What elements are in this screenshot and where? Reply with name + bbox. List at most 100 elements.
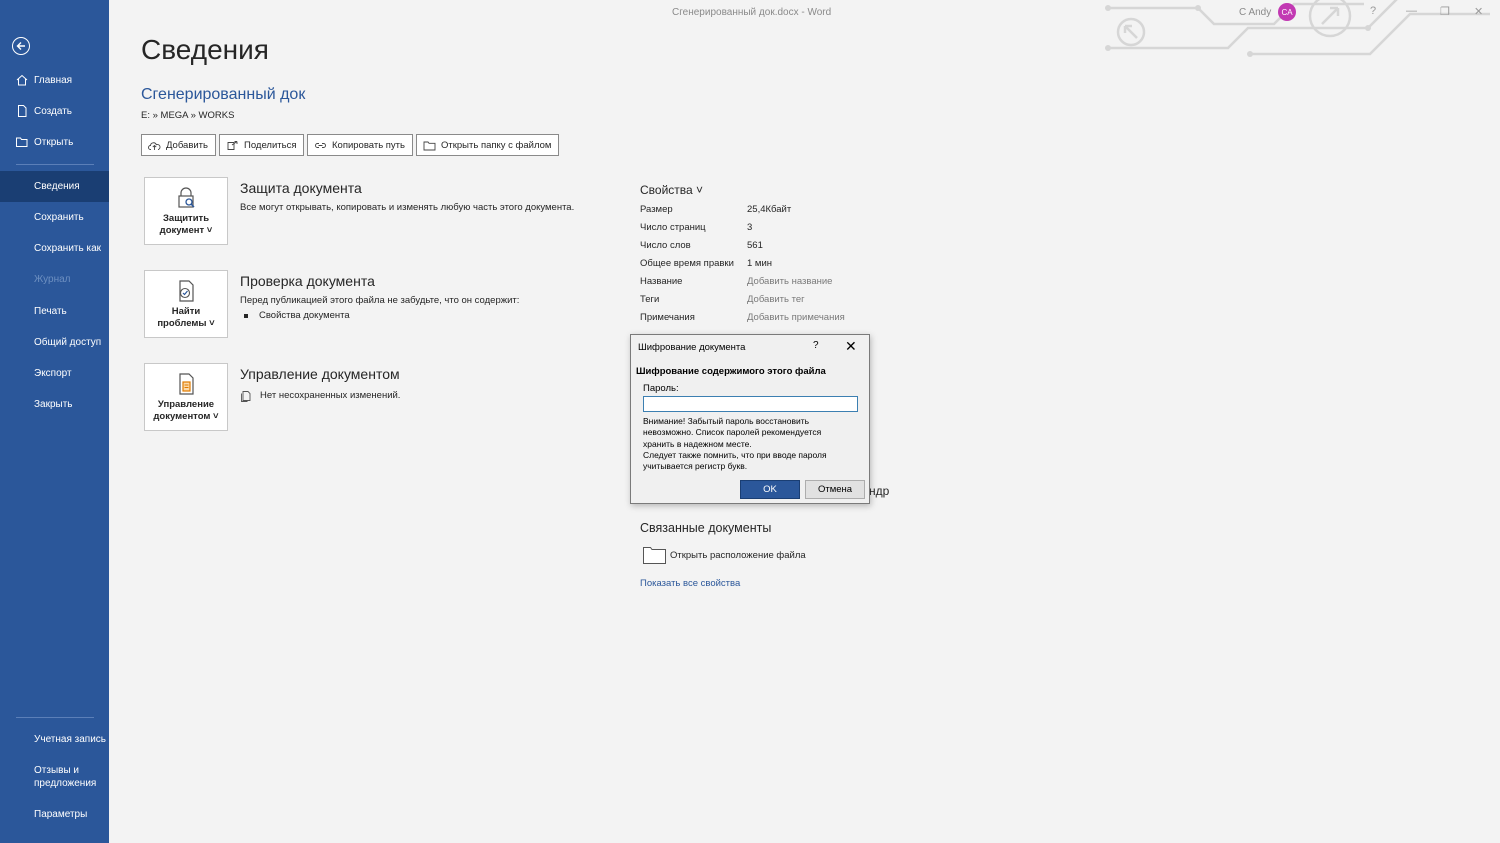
back-arrow-icon[interactable] (12, 37, 30, 55)
manage-document-button[interactable]: Управление документом ˅ (144, 363, 228, 431)
copy-path-button[interactable]: Копировать путь (307, 134, 413, 156)
sidebar-item-label: Параметры (34, 809, 88, 820)
dialog-help-button[interactable]: ? (813, 340, 819, 351)
prop-words-value: 561 (747, 240, 763, 251)
sidebar-item-label: Сохранить (34, 212, 84, 223)
open-folder-label: Открыть папку с файлом (441, 139, 552, 151)
inspection-bullet-text: Свойства документа (259, 310, 350, 321)
sidebar-item-home[interactable]: Главная (0, 65, 109, 96)
related-documents-heading: Связанные документы (640, 521, 772, 535)
inspection-description: Перед публикацией этого файла не забудьт… (240, 295, 520, 306)
page-title: Сведения (141, 34, 269, 65)
prop-tags-field[interactable]: Добавить тег (747, 294, 805, 305)
warning-line: учитывается регистр букв. (643, 461, 748, 472)
sidebar-item-share[interactable]: Общий доступ (0, 327, 109, 358)
sidebar-item-save[interactable]: Сохранить (0, 202, 109, 233)
avatar[interactable]: CA (1278, 3, 1296, 21)
password-input[interactable] (643, 396, 858, 412)
protect-document-button[interactable]: Защитить документ ˅ (144, 177, 228, 245)
link-icon (315, 142, 326, 148)
check-issues-button[interactable]: Найти проблемы ˅ (144, 270, 228, 338)
dialog-heading: Шифрование содержимого этого файла (636, 366, 826, 377)
sidebar-item-label: Учетная запись (34, 734, 107, 745)
document-check-icon (179, 280, 194, 302)
open-folder-icon (16, 137, 28, 147)
prop-pages-label: Число страниц (640, 222, 706, 233)
folder-icon (423, 141, 436, 150)
properties-heading[interactable]: Свойства ˅ (640, 183, 703, 197)
sidebar-item-label: Создать (34, 106, 73, 117)
sidebar-item-close[interactable]: Закрыть (0, 389, 109, 420)
warning-line: Следует также помнить, что при вводе пар… (643, 449, 827, 460)
sidebar-item-label: Печать (34, 306, 67, 317)
home-icon (16, 74, 28, 86)
copy-path-label: Копировать путь (332, 139, 405, 151)
sidebar-divider (16, 164, 94, 165)
sidebar-item-feedback[interactable]: Отзывы и предложения (0, 763, 109, 791)
sidebar-item-options[interactable]: Параметры (0, 799, 109, 830)
share-label: Поделиться (244, 139, 297, 151)
sidebar-item-label: Отзывы и предложения (34, 765, 97, 789)
open-folder-button[interactable]: Открыть папку с файлом (416, 134, 560, 156)
partially-hidden-text: ндр (869, 484, 890, 498)
sidebar-item-account[interactable]: Учетная запись (0, 724, 109, 755)
upload-button[interactable]: Добавить (141, 134, 216, 156)
sidebar-item-label: Главная (34, 75, 73, 86)
prop-comments-field[interactable]: Добавить примечания (747, 312, 845, 323)
minimize-button[interactable]: — (1406, 5, 1417, 17)
dialog-warning: Внимание! Забытый пароль восстановить не… (643, 416, 858, 472)
sidebar-item-label: Журнал (34, 274, 71, 285)
sidebar-divider (16, 717, 94, 718)
sidebar-item-label: Сведения (34, 181, 80, 192)
user-name[interactable]: C Andy (1239, 7, 1271, 18)
share-button[interactable]: Поделиться (219, 134, 305, 156)
prop-tags-label: Теги (640, 294, 660, 305)
sidebar-item-history: Журнал (0, 264, 109, 295)
manage-document-label: Управление документом ˅ (153, 399, 219, 422)
prop-comments-label: Примечания (640, 312, 695, 323)
prop-edit-time-label: Общее время правки (640, 258, 734, 269)
sidebar-item-new[interactable]: Создать (0, 96, 109, 127)
prop-pages-value: 3 (747, 222, 753, 233)
inspection-title: Проверка документа (240, 273, 375, 289)
prop-size-value: 25,4Кбайт (747, 204, 792, 215)
prop-title-label: Название (640, 276, 683, 287)
prop-size-label: Размер (640, 204, 673, 215)
ok-button[interactable]: OK (740, 480, 800, 499)
protection-description: Все могут открывать, копировать и изменя… (240, 202, 575, 213)
breadcrumb[interactable]: E: » MEGA » WORKS (141, 110, 234, 121)
manage-status-text: Нет несохраненных изменений. (260, 390, 401, 401)
backstage-sidebar: Главная Создать Открыть Сведения Сохрани… (0, 0, 109, 843)
sidebar-item-label: Общий доступ (34, 337, 102, 348)
help-icon[interactable]: ? (1370, 5, 1376, 17)
share-icon (227, 140, 238, 150)
prop-title-field[interactable]: Добавить название (747, 276, 832, 287)
sidebar-item-label: Закрыть (34, 399, 73, 410)
sidebar-item-save-as[interactable]: Сохранить как (0, 233, 109, 264)
cloud-upload-icon (148, 141, 161, 150)
upload-label: Добавить (166, 139, 208, 151)
encrypt-document-dialog: Шифрование документа ? ✕ Шифрование соде… (630, 334, 870, 504)
new-document-icon (18, 105, 27, 117)
prop-words-label: Число слов (640, 240, 691, 251)
protection-title: Защита документа (240, 180, 362, 196)
lock-search-icon (178, 187, 195, 208)
password-label: Пароль: (643, 383, 679, 394)
open-file-location-link[interactable]: Открыть расположение файла (643, 546, 806, 564)
protect-document-label: Защитить документ ˅ (159, 213, 213, 236)
sidebar-item-print[interactable]: Печать (0, 296, 109, 327)
warning-line: невозможно. Список паролей рекомендуется (643, 427, 822, 438)
dialog-close-button[interactable]: ✕ (845, 338, 857, 355)
manage-title: Управление документом (240, 366, 400, 382)
sidebar-item-label: Открыть (34, 137, 74, 148)
sidebar-item-export[interactable]: Экспорт (0, 358, 109, 389)
open-file-location-label: Открыть расположение файла (670, 549, 806, 561)
close-window-button[interactable]: ✕ (1474, 5, 1483, 18)
show-all-properties-link[interactable]: Показать все свойства (640, 578, 740, 589)
sidebar-item-open[interactable]: Открыть (0, 127, 109, 158)
dialog-title: Шифрование документа (638, 342, 746, 353)
restore-button[interactable]: ❐ (1440, 5, 1450, 18)
cancel-button[interactable]: Отмена (805, 480, 865, 499)
sidebar-item-info[interactable]: Сведения (0, 171, 109, 202)
bullet-icon (244, 314, 248, 318)
